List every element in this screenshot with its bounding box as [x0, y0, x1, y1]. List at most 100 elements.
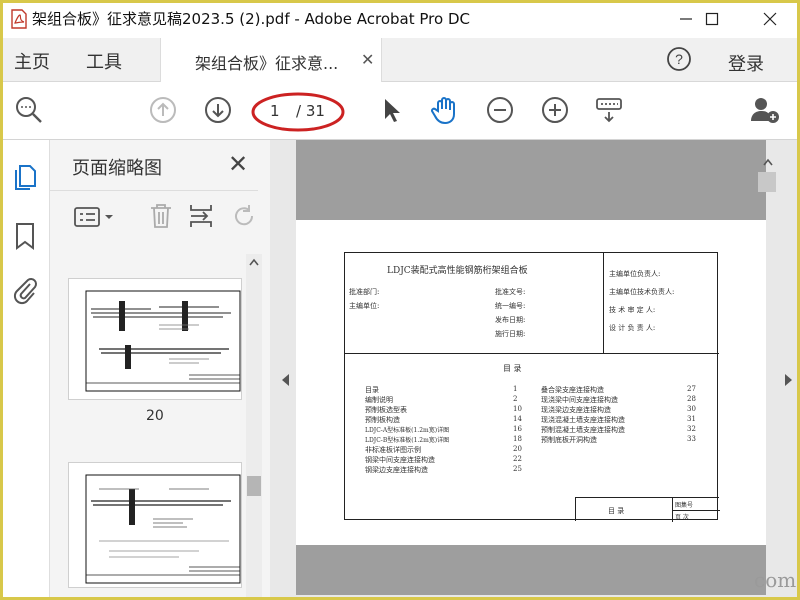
page-thumbnails-panel: 页面缩略图 ✕ 20	[50, 140, 270, 600]
attachment-icon[interactable]	[12, 276, 38, 310]
toc-page: 10	[513, 405, 522, 413]
next-page-icon[interactable]	[201, 93, 235, 127]
design-head: 设 计 负 责 人:	[609, 324, 656, 332]
toc-item: 编制说明	[365, 396, 393, 404]
approval-no: 批准文号:	[495, 288, 526, 296]
toc-page: 25	[513, 465, 522, 473]
release-date: 发布日期:	[495, 316, 526, 324]
toc-item: 非标准板详图示例	[365, 446, 421, 454]
page-thumbnail-20[interactable]	[68, 278, 242, 400]
tools-menu[interactable]: 工具	[86, 48, 122, 74]
expand-right-panel-arrow-icon[interactable]	[784, 372, 794, 391]
login-button[interactable]: 登录	[728, 50, 764, 76]
select-cursor-icon[interactable]	[374, 93, 408, 127]
total-pages: / 31	[296, 102, 325, 120]
menu-bar: 主页 工具 架组合板》征求意... ✕ ? 登录	[0, 38, 800, 82]
toc-heading: 目 录	[503, 364, 522, 373]
toc-item: 钢梁边支座连接构造	[365, 466, 428, 474]
title-block-label: 目 录	[608, 507, 625, 515]
sheet-title: LDJC装配式高性能钢筋桁架组合板	[387, 266, 528, 276]
page-thumbnail-21[interactable]	[68, 462, 242, 588]
close-window-button[interactable]	[748, 0, 792, 38]
title-bar: 架组合板》征求意见稿2023.5 (2).pdf - Adobe Acrobat…	[0, 0, 800, 38]
toc-page: 31	[687, 415, 696, 423]
toc-item: 现浇梁中间支座连接构造	[541, 396, 618, 404]
window-title: 架组合板》征求意见稿2023.5 (2).pdf - Adobe Acrobat…	[32, 10, 470, 28]
toc-item: 现浇梁边支座连接构造	[541, 406, 611, 414]
toc-item: 钢梁中间支座连接构造	[365, 456, 435, 464]
toc-page: 27	[687, 385, 696, 393]
tab-close-icon[interactable]: ✕	[361, 50, 374, 69]
page-number-box[interactable]: 1 / 31	[251, 92, 345, 132]
approval-dept: 批准部门:	[349, 288, 380, 296]
zoom-in-icon[interactable]	[538, 93, 572, 127]
title-block-row-divider	[672, 510, 720, 511]
toc-page: 30	[687, 405, 696, 413]
toc-item: 叠合梁支座连接构造	[541, 386, 604, 394]
keyboard-icon[interactable]	[592, 93, 626, 127]
document-tab[interactable]: 架组合板》征求意... ✕	[160, 38, 382, 82]
toc-page: 14	[513, 415, 522, 423]
panel-scrollbar[interactable]	[246, 254, 262, 600]
toc-item: 目录	[365, 386, 379, 394]
document-view: LDJC装配式高性能钢筋桁架组合板 批准部门: 主编单位: 批准文号: 统一编号…	[270, 140, 800, 600]
panel-divider	[50, 190, 258, 191]
chief-unit: 主编单位:	[349, 302, 380, 310]
page-thumbnails-icon[interactable]	[12, 162, 38, 196]
sheet-divider	[345, 353, 719, 354]
toc-page: 32	[687, 425, 696, 433]
bookmark-icon[interactable]	[14, 222, 36, 254]
toc-page: 1	[513, 385, 518, 393]
toc-page: 20	[513, 445, 522, 453]
chief-tech-head: 主编单位技术负责人:	[609, 288, 675, 296]
panel-scroll-thumb[interactable]	[247, 476, 261, 496]
page-no-label: 页 次	[675, 514, 689, 521]
toc-page: 33	[687, 435, 696, 443]
toc-item: LDJC-A型标准板(1.2m宽)详图	[365, 427, 450, 434]
home-menu[interactable]: 主页	[14, 48, 50, 74]
rotate-page-icon[interactable]	[230, 202, 258, 234]
sheet-vertical-divider	[603, 253, 604, 353]
toc-page: 28	[687, 395, 696, 403]
panel-close-icon[interactable]: ✕	[228, 150, 248, 178]
toc-left-list: 目录 1 编制说明 2 预制板选型表 10 预制板构造 14 LDJC-A型标准板(1.…	[365, 385, 525, 475]
left-navigation-rail	[0, 140, 50, 600]
toc-item: 预制板构造	[365, 416, 400, 424]
document-scrollbar[interactable]	[758, 152, 778, 592]
effective-date: 施行日期:	[495, 330, 526, 338]
hand-tool-icon[interactable]	[428, 93, 462, 127]
help-icon[interactable]: ?	[666, 46, 692, 76]
toc-page: 18	[513, 435, 522, 443]
pdf-page: LDJC装配式高性能钢筋桁架组合板 批准部门: 主编单位: 批准文号: 统一编号…	[296, 220, 766, 545]
toolbar: 1 / 31	[0, 82, 800, 140]
atlas-no-label: 图集号	[675, 502, 694, 509]
thumbnail-page-label: 20	[146, 408, 164, 424]
toc-page: 2	[513, 395, 518, 403]
thumbnail-options-icon[interactable]	[74, 204, 118, 234]
watermark-text: com	[754, 568, 797, 592]
document-scroll-thumb[interactable]	[758, 172, 776, 192]
zoom-out-icon[interactable]	[483, 93, 517, 127]
unified-no: 统一编号:	[495, 302, 526, 310]
current-page-input[interactable]: 1	[270, 102, 280, 120]
toc-right-list: 叠合梁支座连接构造 27 现浇梁中间支座连接构造 28 现浇梁边支座连接构造 30 现…	[541, 385, 701, 445]
search-icon[interactable]	[12, 93, 46, 127]
previous-page-icon[interactable]	[146, 93, 180, 127]
document-tab-label: 架组合板》征求意...	[195, 54, 339, 73]
toc-item: 预制板选型表	[365, 406, 407, 414]
title-block: 目 录 图集号 页 次	[575, 497, 720, 522]
collapse-panel-arrow-icon[interactable]	[280, 372, 290, 391]
svg-text:?: ?	[675, 51, 683, 67]
add-user-icon[interactable]	[748, 93, 782, 127]
drawing-sheet: LDJC装配式高性能钢筋桁架组合板 批准部门: 主编单位: 批准文号: 统一编号…	[344, 252, 720, 522]
tech-reviewer: 技 术 审 定 人:	[609, 306, 656, 314]
panel-title: 页面缩略图	[72, 158, 162, 179]
toc-item: 预制底板开洞构造	[541, 436, 597, 444]
acrobat-logo-icon	[10, 9, 28, 29]
delete-page-icon[interactable]	[148, 202, 174, 234]
maximize-button[interactable]	[690, 0, 734, 38]
toc-page: 16	[513, 425, 522, 433]
toc-item: 预制混凝土墙支座连接构造	[541, 426, 625, 434]
toc-item: LDJC-B型标准板(1.2m宽)详图	[365, 437, 450, 444]
insert-page-icon[interactable]	[188, 202, 214, 234]
